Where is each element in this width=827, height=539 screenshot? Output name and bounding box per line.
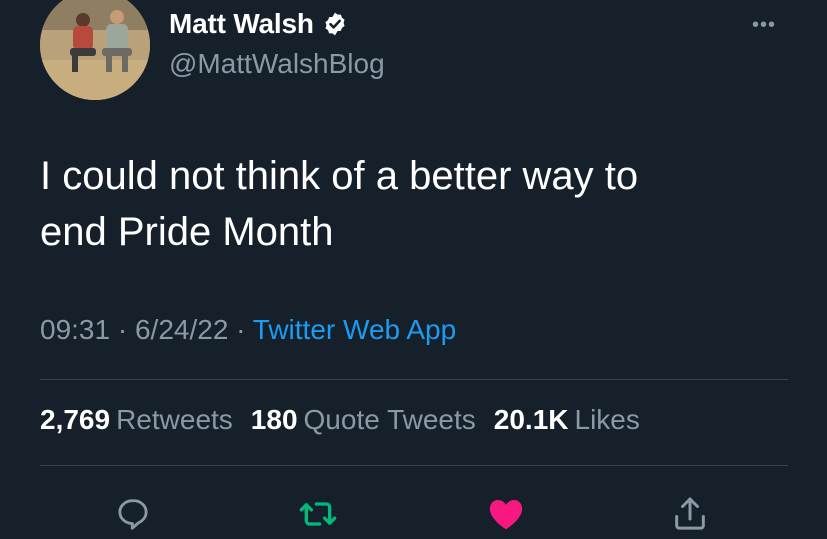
tweet-date[interactable]: 6/24/22 [135,314,228,345]
tweet-metadata: 09:31 · 6/24/22 · Twitter Web App [40,314,456,346]
retweets-stat[interactable]: 2,769 Retweets [40,404,233,436]
heart-icon [489,500,523,530]
avatar[interactable] [40,0,150,100]
avatar-photo [40,0,150,100]
retweets-count: 2,769 [40,404,111,435]
share-button[interactable] [668,492,712,536]
tweet-text: I could not think of a better way to end… [40,148,780,260]
more-icon[interactable]: ••• [752,14,776,37]
tweet-text-line-1: I could not think of a better way to [40,154,639,198]
author-handle[interactable]: @MattWalshBlog [169,48,385,80]
quote-tweets-stat[interactable]: 180 Quote Tweets [251,404,476,436]
likes-count: 20.1K [493,404,569,435]
quote-tweets-count: 180 [250,404,298,435]
retweet-icon [299,502,337,526]
retweets-label: Retweets [116,404,233,435]
reply-button[interactable] [111,492,155,536]
tweet-action-bar [0,488,827,539]
tweet-text-line-2: end Pride Month [40,210,334,254]
tweet-stats: 2,769 Retweets 180 Quote Tweets 20.1K Likes [40,404,640,436]
like-button[interactable] [484,492,528,536]
quote-tweets-label: Quote Tweets [303,404,476,435]
author-display-name[interactable]: Matt Walsh [169,8,314,40]
divider [40,465,788,466]
likes-label: Likes [574,404,640,435]
meta-separator: · [228,314,253,345]
tweet-source-link[interactable]: Twitter Web App [253,314,456,345]
verified-badge-icon [322,11,348,37]
share-icon [675,497,705,530]
reply-icon [118,499,148,530]
author-name-row: Matt Walsh [169,8,348,40]
tweet-time[interactable]: 09:31 [40,314,110,345]
divider [40,379,788,380]
meta-separator: · [110,314,135,345]
retweet-button[interactable] [296,492,340,536]
tweet-card: Matt Walsh @MattWalshBlog ••• I could no… [0,0,827,539]
likes-stat[interactable]: 20.1K Likes [494,404,640,436]
